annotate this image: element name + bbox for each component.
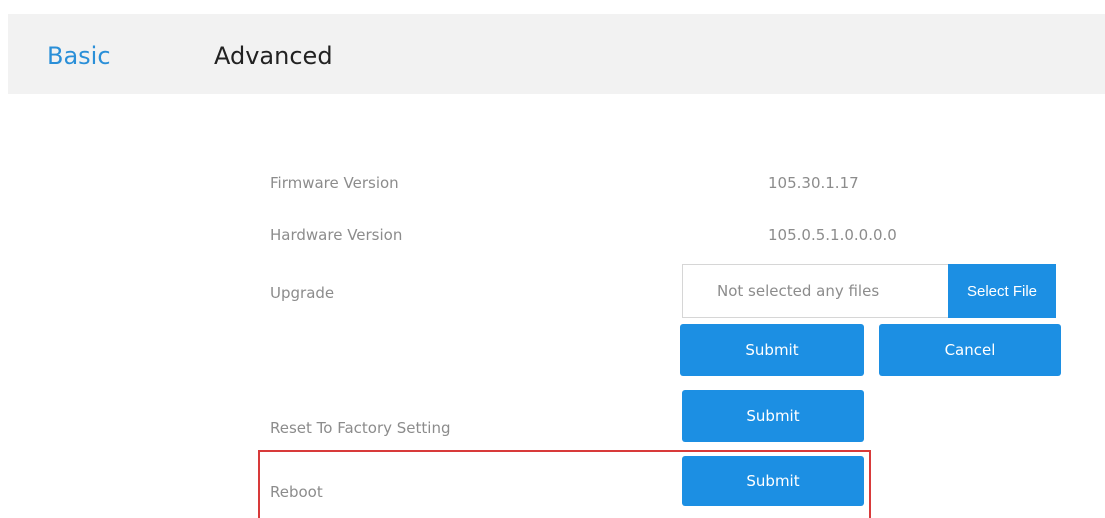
hardware-version-value: 105.0.5.1.0.0.0.0 [768,226,897,244]
hardware-version-label: Hardware Version [270,226,403,244]
factory-reset-label: Reset To Factory Setting [270,419,451,437]
select-file-button[interactable]: Select File [948,264,1056,318]
factory-reset-submit-button[interactable]: Submit [682,390,864,442]
firmware-version-label: Firmware Version [270,174,399,192]
tab-basic[interactable]: Basic [47,40,111,72]
upgrade-cancel-button[interactable]: Cancel [879,324,1061,376]
tab-bar: Basic Advanced [8,14,1105,94]
file-placeholder: Not selected any files [717,282,880,300]
tab-advanced[interactable]: Advanced [214,40,333,72]
page: Basic Advanced Firmware Version 105.30.1… [0,0,1105,518]
firmware-version-value: 105.30.1.17 [768,174,859,192]
upgrade-label: Upgrade [270,284,335,302]
reboot-submit-button[interactable]: Submit [682,456,864,506]
upgrade-submit-button[interactable]: Submit [680,324,864,376]
reboot-label: Reboot [270,483,323,501]
upgrade-file-input[interactable]: Not selected any files Select File [682,264,1056,318]
